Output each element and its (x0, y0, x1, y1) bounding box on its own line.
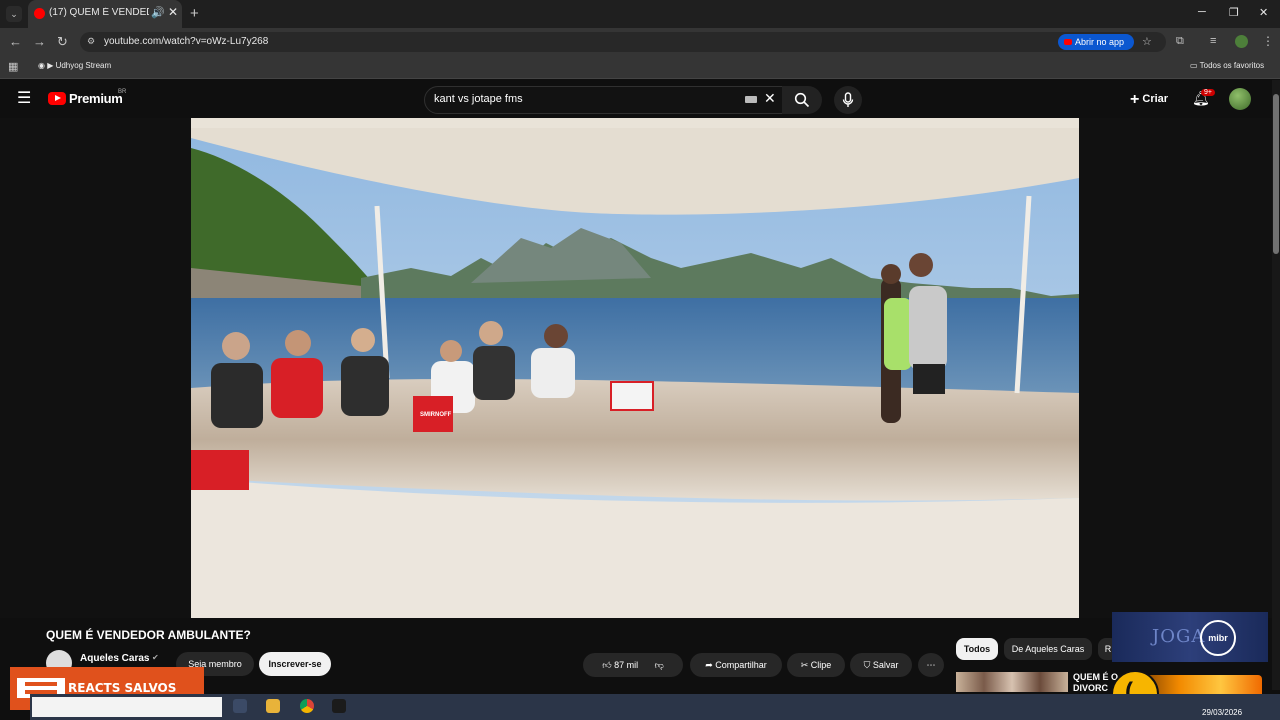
extensions-icon[interactable]: ⧉ (1176, 35, 1184, 48)
scrollbar-thumb[interactable] (1273, 94, 1279, 254)
bookmarks-bar (0, 56, 1280, 79)
save-label: Salvar (872, 660, 899, 670)
speaker-icon[interactable]: 🔊 (151, 6, 165, 19)
channel-name[interactable]: Aqueles Caras (80, 653, 149, 664)
open-in-app-button[interactable]: Abrir no app (1058, 34, 1134, 50)
search-icon (794, 92, 810, 108)
youtube-favicon-icon (34, 8, 45, 19)
share-icon: ➦ (705, 660, 713, 670)
tray-date: 29/03/2026 (1202, 708, 1243, 717)
subscribe-button[interactable]: Inscrever-se (259, 652, 331, 676)
mibr-badge: mibr (1200, 620, 1236, 656)
taskbar-search[interactable] (32, 697, 222, 717)
app-diamond-icon[interactable] (332, 699, 346, 713)
search-query[interactable]: kant vs jotape fms (434, 93, 523, 105)
youtube-premium-logo[interactable]: Premium (69, 91, 123, 106)
bookmark-icon: ⛉ (863, 660, 871, 670)
bookmark-star-icon[interactable]: ☆ (1142, 35, 1152, 48)
minimize-window-button[interactable]: ─ (1198, 6, 1206, 18)
more-actions-icon[interactable]: ⋯ (918, 653, 944, 677)
youtube-icon (1064, 39, 1072, 45)
video-title: QUEM É VENDEDOR AMBULANTE? (46, 628, 251, 642)
create-button[interactable]: + Criar (1130, 91, 1168, 109)
tab-search-icon[interactable]: ⌄ (6, 6, 22, 22)
bookmark-label: Udhyog Stream (55, 61, 112, 70)
bookmark-item[interactable]: ◉ ▶ Udhyog Stream (38, 61, 111, 70)
mibr-banner: JOGA mibr (1112, 612, 1268, 662)
clip-button[interactable]: ✂ Clipe (787, 653, 845, 677)
sponsor-logo-text: SMIRNOFF (420, 412, 452, 418)
reload-button[interactable]: ↻ (57, 34, 68, 50)
all-bookmarks-folder[interactable]: ▭ Todos os favoritos (1190, 61, 1264, 70)
clear-search-icon[interactable]: ✕ (764, 90, 776, 107)
url-text[interactable]: youtube.com/watch?v=oWz-Lu7y268 (104, 36, 268, 47)
new-tab-button[interactable]: + (190, 5, 199, 22)
profile-avatar[interactable] (1235, 35, 1248, 48)
account-avatar[interactable] (1229, 88, 1251, 110)
clip-label: Clipe (810, 660, 832, 670)
keyboard-icon[interactable] (745, 96, 757, 103)
dislike-icon[interactable]: 👎︎ (655, 660, 664, 670)
verified-badge-icon: ✔ (152, 653, 159, 662)
like-dislike-group[interactable]: 👍︎ 87 mil 👎︎ (583, 653, 683, 677)
back-button[interactable]: ← (9, 34, 22, 49)
mibr-banner-text: JOGA (1152, 626, 1206, 647)
browser-tab[interactable]: (17) QUEM É VENDEDOR AMBULANTE? 🔊 ✕ (28, 0, 182, 28)
guide-menu-icon[interactable]: ☰ (17, 88, 31, 108)
close-window-button[interactable]: ✕ (1259, 6, 1268, 19)
recommendation-thumbnail[interactable] (956, 672, 1068, 692)
apps-grid-icon[interactable]: ▦ (8, 60, 18, 73)
youtube-logo-icon[interactable] (48, 92, 66, 105)
restore-window-button[interactable]: ❐ (1229, 6, 1239, 19)
plus-icon: + (1130, 91, 1140, 108)
share-label: Compartilhar (715, 660, 767, 670)
browser-menu-icon[interactable]: ⋮ (1262, 34, 1274, 48)
all-bookmarks-label: Todos os favoritos (1199, 61, 1265, 70)
tab-title: (17) QUEM É VENDEDOR AMBULANTE? (49, 7, 149, 18)
site-info-icon[interactable]: ⚙ (87, 36, 95, 47)
region-code: BR (118, 89, 127, 95)
media-control-icon[interactable]: ≡ (1210, 35, 1216, 47)
file-explorer-icon[interactable] (266, 699, 280, 713)
forward-button[interactable]: → (33, 34, 46, 49)
save-button[interactable]: ⛉ Salvar (850, 653, 912, 677)
video-player[interactable]: SMIRNOFF (191, 118, 1079, 618)
open-in-app-label: Abrir no app (1075, 37, 1125, 47)
video-frame: SMIRNOFF (191, 118, 1079, 618)
create-label: Criar (1142, 93, 1169, 105)
share-button[interactable]: ➦ Compartilhar (690, 653, 782, 677)
like-count: 87 mil (614, 660, 639, 670)
tab-close-icon[interactable]: ✕ (168, 5, 178, 19)
scissors-icon: ✂ (800, 660, 809, 670)
notification-count-badge: 9+ (1201, 89, 1215, 96)
chip-channel[interactable]: De Aqueles Caras (1004, 638, 1092, 660)
task-view-icon[interactable] (233, 699, 247, 713)
search-button[interactable] (782, 86, 822, 114)
chip-all[interactable]: Todos (956, 638, 998, 660)
chrome-icon[interactable] (300, 699, 314, 713)
voice-search-button[interactable] (834, 86, 862, 114)
like-icon[interactable]: 👍︎ (602, 660, 611, 670)
microphone-icon (842, 92, 854, 107)
